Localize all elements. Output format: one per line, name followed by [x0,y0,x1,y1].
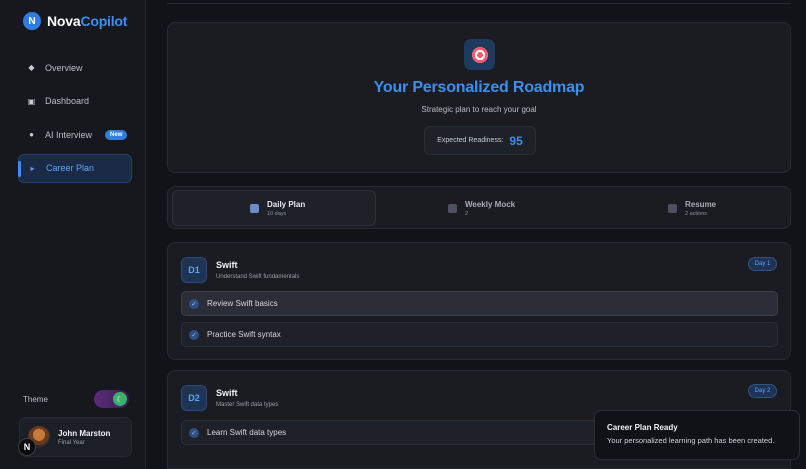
day-subtitle: Master Swift data types [216,402,279,408]
day-card: D1 Swift Understand Swift fundamentals D… [167,242,791,360]
day-pill: Day 1 [748,257,777,271]
brand-name: NovaCopilot [47,13,127,29]
sidebar-item-dashboard[interactable]: ▣ Dashboard [18,87,132,116]
tab-sub: 10 days [267,210,287,217]
square-icon: ▣ [27,96,36,106]
brand-name-accent: Copilot [80,13,128,29]
sidebar-item-label: Overview [45,62,83,73]
task-label: Review Swift basics [207,299,278,308]
plan-tabs: Daily Plan 10 days Weekly Mock 2 Resume … [167,186,791,229]
readiness-label: Expected Readiness: [437,137,504,144]
roadmap-hero: Your Personalized Roadmap Strategic plan… [167,22,791,173]
moon-icon: ☾ [113,392,127,406]
dot-icon: ● [29,130,34,139]
tab-weekly-mock[interactable]: Weekly Mock 2 [448,190,515,226]
tab-title: Resume [685,199,717,209]
theme-toggle[interactable]: ☾ [94,390,129,408]
tab-title: Weekly Mock [465,199,516,209]
day-number: D2 [181,385,207,411]
brand[interactable]: N NovaCopilot [23,12,127,30]
page-subtitle: Strategic plan to reach your goal [421,105,537,114]
tab-sub: 2 [465,210,469,217]
sidebar-item-label: AI Interview [45,129,93,140]
document-icon [668,203,677,213]
user-role: Final Year [58,439,85,446]
task-label: Practice Swift syntax [207,330,281,339]
toast-title: Career Plan Ready [607,423,678,432]
task-item[interactable]: ✓ Practice Swift syntax [181,322,778,347]
readiness-box: Expected Readiness: 95 [424,126,536,155]
toast-message: Your personalized learning path has been… [607,436,775,445]
tab-title: Daily Plan [267,199,306,209]
tab-resume[interactable]: Resume 2 actions [668,190,716,226]
sidebar-item-ai-interview[interactable]: ● AI Interview New [18,120,132,149]
page-title: Your Personalized Roadmap [373,79,585,96]
user-info: John Marston Final Year [58,429,110,446]
new-badge: New [105,129,128,140]
n-badge[interactable]: N [18,438,36,456]
day-title: Swift [216,388,238,398]
day-pill: Day 2 [748,384,777,398]
theme-row: Theme ☾ [23,390,129,408]
calendar-icon [448,203,457,213]
theme-label: Theme [23,394,48,404]
user-name: John Marston [58,428,111,438]
task-label: Learn Swift data types [207,428,287,437]
readiness-value: 95 [509,133,523,148]
diamond-icon: ◆ [28,63,35,72]
sidebar: N NovaCopilot ◆ Overview ▣ Dashboard ● A… [0,0,146,469]
brand-name-primary: Nova [47,13,81,29]
sidebar-item-label: Dashboard [45,96,90,106]
sidebar-item-label: Career Plan [46,163,95,173]
brand-logo-icon: N [23,12,41,30]
check-icon[interactable]: ✓ [189,427,199,438]
check-icon[interactable]: ✓ [189,329,199,340]
user-card[interactable]: John Marston Final Year [19,417,132,457]
tab-daily-plan[interactable]: Daily Plan 10 days [172,190,376,226]
triangle-icon: ▸ [30,163,35,173]
day-title: Swift [216,260,238,270]
sidebar-item-career-plan[interactable]: ▸ Career Plan [18,153,132,183]
calendar-icon [250,203,259,213]
check-icon[interactable]: ✓ [189,298,199,309]
day-subtitle: Understand Swift fundamentals [216,274,300,280]
sidebar-item-overview[interactable]: ◆ Overview [18,53,132,82]
top-divider [167,0,791,4]
target-icon [464,39,495,70]
day-number: D1 [181,257,207,283]
task-item[interactable]: ✓ Review Swift basics [181,291,778,316]
sidebar-nav: ◆ Overview ▣ Dashboard ● AI Interview Ne… [18,53,132,187]
tab-sub: 2 actions [685,210,708,217]
toast-notification[interactable]: Career Plan Ready Your personalized lear… [594,410,800,460]
